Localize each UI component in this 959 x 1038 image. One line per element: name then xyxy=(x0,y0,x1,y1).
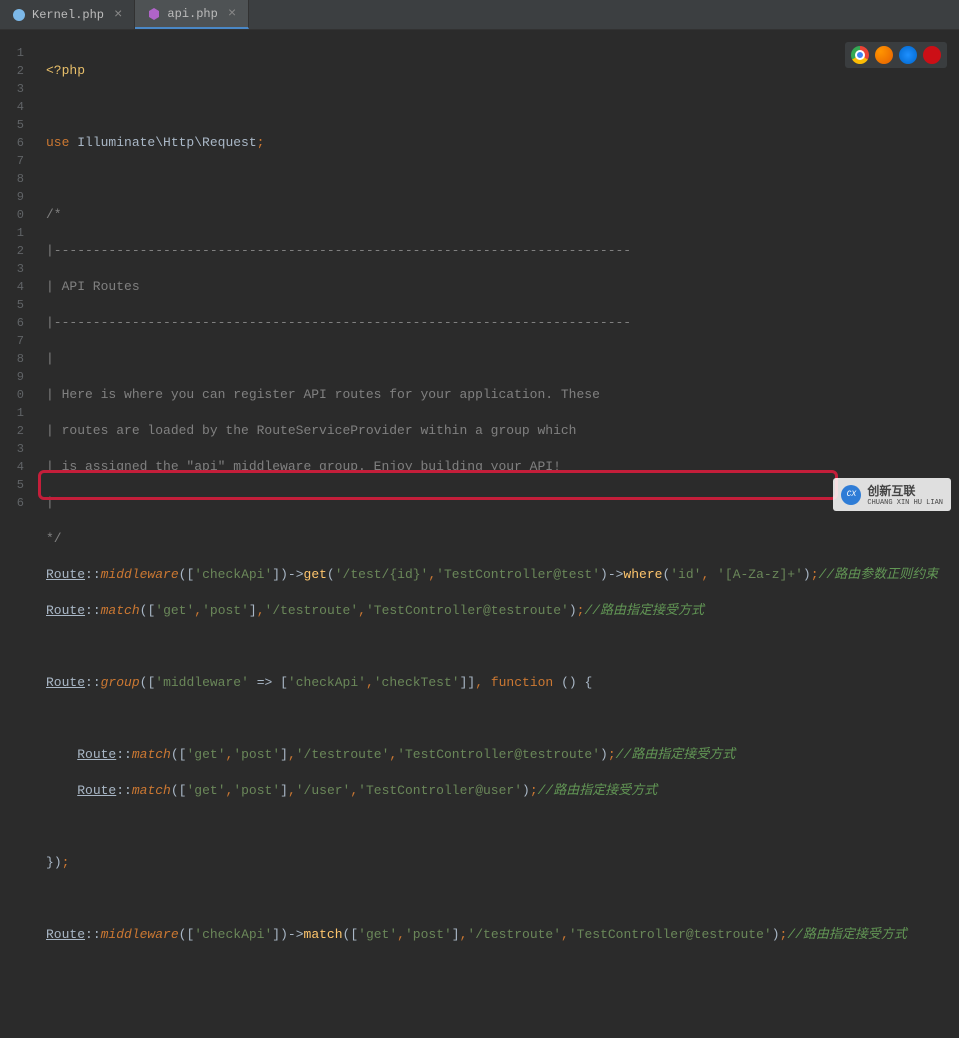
line-number: 6 xyxy=(0,134,24,152)
code-line xyxy=(32,962,959,980)
line-number: 1 xyxy=(0,404,24,422)
code-line: | xyxy=(32,350,959,368)
close-icon[interactable]: × xyxy=(228,6,236,22)
line-number: 9 xyxy=(0,368,24,386)
line-number: 3 xyxy=(0,260,24,278)
code-line xyxy=(32,170,959,188)
code-line: */ xyxy=(32,530,959,548)
code-editor[interactable]: 1 2 3 4 5 6 7 8 9 0 1 2 3 4 5 6 7 8 9 0 … xyxy=(0,30,959,519)
line-number: 4 xyxy=(0,98,24,116)
line-number: 2 xyxy=(0,242,24,260)
code-line: Route::middleware(['checkApi'])->get('/t… xyxy=(32,566,959,584)
code-line: use Illuminate\Http\Request; xyxy=(32,134,959,152)
code-line xyxy=(32,890,959,908)
code-line: | Here is where you can register API rou… xyxy=(32,386,959,404)
code-line: | routes are loaded by the RouteServiceP… xyxy=(32,422,959,440)
line-number: 6 xyxy=(0,314,24,332)
line-number: 7 xyxy=(0,332,24,350)
safari-icon[interactable] xyxy=(899,46,917,64)
opera-icon[interactable] xyxy=(923,46,941,64)
line-number: 1 xyxy=(0,224,24,242)
php-file-icon xyxy=(147,7,161,21)
browser-preview-icons xyxy=(845,42,947,68)
line-number: 8 xyxy=(0,170,24,188)
code-line xyxy=(32,710,959,728)
code-line: | xyxy=(32,494,959,512)
watermark-subtitle: CHUANG XIN HU LIAN xyxy=(867,499,943,507)
php-file-icon xyxy=(12,8,26,22)
line-number: 9 xyxy=(0,188,24,206)
line-number: 4 xyxy=(0,278,24,296)
close-icon[interactable]: × xyxy=(114,7,122,23)
line-number: 5 xyxy=(0,296,24,314)
code-line: Route::middleware(['checkApi'])->match([… xyxy=(32,926,959,944)
code-line: Route::match(['get','post'],'/user','Tes… xyxy=(32,782,959,800)
tab-label: Kernel.php xyxy=(32,8,104,22)
code-line xyxy=(32,818,959,836)
editor-tabs: Kernel.php × api.php × xyxy=(0,0,959,30)
code-line: Route::match(['get','post'],'/testroute'… xyxy=(32,602,959,620)
line-number: 0 xyxy=(0,386,24,404)
line-number: 5 xyxy=(0,476,24,494)
line-number: 3 xyxy=(0,440,24,458)
code-line: Route::match(['get','post'],'/testroute'… xyxy=(32,746,959,764)
line-number: 6 xyxy=(0,494,24,512)
line-number: 5 xyxy=(0,116,24,134)
code-line: | is assigned the "api" middleware group… xyxy=(32,458,959,476)
code-line xyxy=(32,98,959,116)
line-number: 8 xyxy=(0,350,24,368)
code-line: |---------------------------------------… xyxy=(32,314,959,332)
watermark: CX 创新互联 CHUANG XIN HU LIAN xyxy=(833,478,951,511)
code-area[interactable]: <?php use Illuminate\Http\Request; /* |-… xyxy=(32,30,959,519)
code-line: Route::group(['middleware' => ['checkApi… xyxy=(32,674,959,692)
code-line: | API Routes xyxy=(32,278,959,296)
line-number: 3 xyxy=(0,80,24,98)
code-line: <?php xyxy=(32,62,959,80)
code-line: }); xyxy=(32,854,959,872)
tab-api[interactable]: api.php × xyxy=(135,0,249,29)
line-gutter: 1 2 3 4 5 6 7 8 9 0 1 2 3 4 5 6 7 8 9 0 … xyxy=(0,30,32,519)
firefox-icon[interactable] xyxy=(875,46,893,64)
watermark-logo-icon: CX xyxy=(841,485,861,505)
line-number: 2 xyxy=(0,422,24,440)
line-number: 2 xyxy=(0,62,24,80)
code-line xyxy=(32,638,959,656)
line-number: 1 xyxy=(0,44,24,62)
line-number: 4 xyxy=(0,458,24,476)
watermark-title: 创新互联 xyxy=(867,482,943,499)
line-number: 7 xyxy=(0,152,24,170)
tab-label: api.php xyxy=(167,7,217,21)
tab-kernel[interactable]: Kernel.php × xyxy=(0,0,135,29)
code-line: |---------------------------------------… xyxy=(32,242,959,260)
chrome-icon[interactable] xyxy=(851,46,869,64)
line-number: 0 xyxy=(0,206,24,224)
code-line: /* xyxy=(32,206,959,224)
